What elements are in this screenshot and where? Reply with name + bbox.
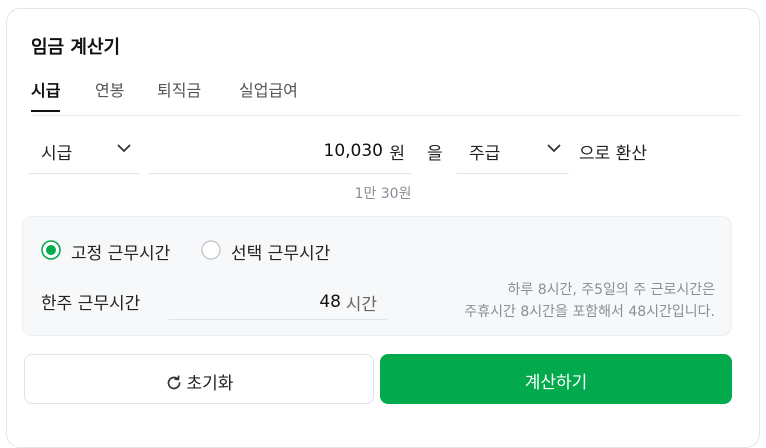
convert-suffix: 으로 환산: [579, 144, 647, 164]
korean-amount-hint: 1만 30원: [354, 186, 412, 202]
tab-unemployment[interactable]: 실업급여: [239, 77, 298, 111]
radio-unselected-icon: [201, 240, 221, 260]
hours-note-line-1: 하루 8시간, 주5일의 주 근로시간은: [507, 282, 715, 298]
to-unit-select[interactable]: 주급: [457, 127, 569, 174]
tab-hourly[interactable]: 시급: [31, 77, 61, 112]
calculator-title: 임금 계산기: [31, 37, 121, 58]
radio-selected-icon: [41, 240, 61, 260]
radio-fixed-label: 고정 근무시간: [71, 244, 171, 264]
radio-flexible-label: 선택 근무시간: [231, 244, 331, 264]
chevron-down-icon: [117, 144, 131, 153]
hours-note-line-2: 주휴시간 8시간을 포함해서 48시간입니다.: [464, 304, 715, 320]
weekly-hours-input[interactable]: [169, 287, 343, 317]
currency-unit: 원: [389, 144, 405, 164]
tab-annual[interactable]: 연봉: [95, 77, 124, 111]
from-unit-select[interactable]: 시급: [29, 127, 139, 174]
work-hours-panel: 고정 근무시간 선택 근무시간 한주 근무시간 시간 하루 8시간, 주5일의 …: [22, 216, 732, 336]
refresh-icon: [167, 375, 180, 390]
from-unit-label: 시급: [41, 144, 73, 164]
weekly-hours-label: 한주 근무시간: [41, 294, 141, 314]
calculate-label: 계산하기: [524, 373, 588, 393]
particle-text: 을: [427, 144, 443, 164]
tab-severance[interactable]: 퇴직금: [157, 77, 201, 111]
tab-bar: 시급 연봉 퇴직금 실업급여: [31, 77, 741, 116]
amount-field: 원: [149, 127, 411, 174]
hours-note: 하루 8시간, 주5일의 주 근로시간은 주휴시간 8시간을 포함해서 48시간…: [464, 279, 715, 323]
reset-label: 초기화: [186, 374, 234, 394]
hours-unit: 시간: [345, 295, 377, 315]
to-unit-label: 주급: [469, 144, 501, 164]
conversion-row: 시급 원 을 주급 으로 환산: [29, 127, 749, 175]
weekly-hours-field: 시간: [169, 281, 387, 320]
amount-input[interactable]: [149, 135, 385, 167]
calculate-button[interactable]: 계산하기: [380, 354, 732, 404]
reset-button[interactable]: 초기화: [24, 354, 374, 404]
chevron-down-icon: [547, 144, 561, 153]
